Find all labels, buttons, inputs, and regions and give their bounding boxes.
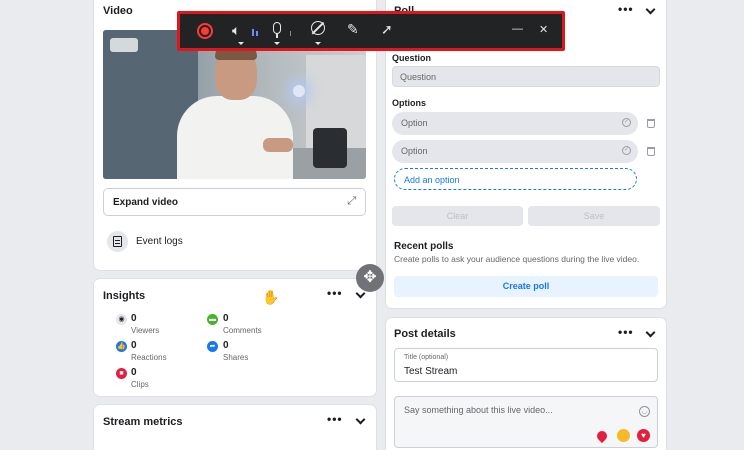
location-pin-icon[interactable]	[594, 428, 610, 444]
comments-label: Comments	[223, 326, 262, 335]
description-placeholder: Say something about this live video...	[404, 405, 553, 415]
options-label: Options	[392, 98, 426, 108]
mic-level-bars	[290, 31, 291, 36]
feeling-icon[interactable]	[617, 429, 630, 442]
microphone-dropdown-chevron-icon[interactable]	[274, 42, 280, 45]
record-icon[interactable]	[197, 23, 213, 39]
recorder-toolbar: 🔈︎ ✎ ➚ — ✕	[177, 11, 565, 51]
speaker-level-bars	[256, 31, 258, 36]
recent-polls-title: Recent polls	[394, 241, 454, 252]
shares-icon: ➦	[207, 341, 218, 352]
post-details-card: Post details ••• Title (optional) Test S…	[386, 318, 666, 450]
speaker-level-bars	[252, 29, 254, 36]
expand-icon: ⤢	[347, 195, 356, 207]
minimize-icon[interactable]: —	[512, 22, 523, 36]
check-circle-icon: ✓	[622, 146, 631, 155]
insights-more-button[interactable]: •••	[327, 286, 343, 300]
video-status-tag	[110, 38, 138, 52]
stream-metrics-more-button[interactable]: •••	[327, 412, 343, 426]
clips-count: 0	[131, 367, 137, 378]
check-circle-icon: ✓	[622, 118, 631, 127]
camera-dropdown-chevron-icon[interactable]	[315, 42, 321, 45]
question-label: Question	[392, 53, 432, 63]
insights-card: Insights ••• ◉ 0 Viewers ▬ 0 Comments 👍 …	[94, 279, 376, 396]
add-option-button[interactable]: Add an option	[394, 168, 637, 190]
speaker-icon[interactable]: 🔈︎	[232, 23, 240, 37]
heart-sticker-icon[interactable]: ♥	[637, 429, 650, 442]
add-option-label: Add an option	[404, 175, 460, 185]
option-input-2-placeholder: Option	[401, 146, 428, 156]
shares-count: 0	[223, 340, 229, 351]
polls-collapse-chevron-icon[interactable]	[645, 4, 656, 15]
expand-video-label: Expand video	[113, 197, 179, 208]
post-details-more-button[interactable]: •••	[618, 325, 634, 339]
save-label: Save	[583, 211, 605, 221]
stream-metrics-card: Stream metrics •••	[94, 405, 376, 450]
option-input-2[interactable]: Option ✓	[392, 140, 638, 163]
shares-label: Shares	[223, 353, 249, 362]
clips-label: Clips	[131, 380, 149, 389]
video-preview[interactable]	[103, 30, 366, 179]
clips-icon: ■	[116, 368, 127, 379]
event-logs-icon	[107, 231, 128, 252]
title-field-label: Title (optional)	[404, 354, 449, 361]
create-poll-button[interactable]: Create poll	[394, 276, 658, 297]
reactions-icon: 👍	[116, 341, 127, 352]
post-details-collapse-chevron-icon[interactable]	[645, 327, 656, 338]
stream-metrics-title: Stream metrics	[103, 416, 183, 428]
option-input-1-placeholder: Option	[401, 118, 428, 128]
viewers-icon: ◉	[116, 314, 127, 325]
camera-off-icon[interactable]	[311, 21, 325, 35]
reactions-label: Reactions	[131, 353, 167, 362]
recent-polls-description: Create polls to ask your audience questi…	[394, 254, 640, 264]
save-button[interactable]: Save	[528, 206, 660, 226]
title-field-value: Test Stream	[404, 366, 458, 377]
video-card-title: Video	[103, 5, 133, 17]
hand-cursor-icon: ✋	[262, 289, 280, 305]
insights-title: Insights	[103, 290, 146, 302]
create-poll-label: Create poll	[502, 281, 550, 291]
comments-icon: ▬	[207, 314, 218, 325]
polls-more-button[interactable]: •••	[618, 2, 634, 16]
reactions-count: 0	[131, 340, 137, 351]
description-field[interactable]: Say something about this live video... ◡…	[394, 396, 658, 448]
pencil-icon[interactable]: ✎	[347, 22, 359, 36]
expand-video-button[interactable]: Expand video ⤢	[103, 188, 366, 216]
trash-icon[interactable]	[647, 119, 655, 128]
cursor-icon[interactable]: ➚	[381, 22, 393, 36]
close-icon[interactable]: ✕	[539, 23, 548, 37]
microphone-stand	[276, 34, 278, 38]
question-input-placeholder: Question	[400, 72, 437, 82]
post-details-title: Post details	[394, 328, 456, 340]
move-handle-icon[interactable]: ✥	[356, 264, 384, 292]
option-input-1[interactable]: Option ✓	[392, 112, 638, 135]
question-input[interactable]: Question	[392, 66, 660, 87]
viewers-count: 0	[131, 313, 137, 324]
trash-icon[interactable]	[647, 147, 655, 156]
microphone-icon[interactable]	[273, 22, 281, 34]
clear-label: Clear	[446, 211, 469, 221]
comments-count: 0	[223, 313, 229, 324]
event-logs-button[interactable]: Event logs	[107, 231, 227, 253]
stream-metrics-collapse-chevron-icon[interactable]	[355, 414, 366, 425]
title-field[interactable]: Title (optional) Test Stream	[394, 348, 658, 382]
viewers-label: Viewers	[131, 326, 160, 335]
event-logs-label: Event logs	[136, 236, 183, 247]
clear-button[interactable]: Clear	[392, 206, 523, 226]
emoji-icon[interactable]: ◡	[639, 406, 650, 417]
speaker-dropdown-chevron-icon[interactable]	[238, 42, 244, 45]
